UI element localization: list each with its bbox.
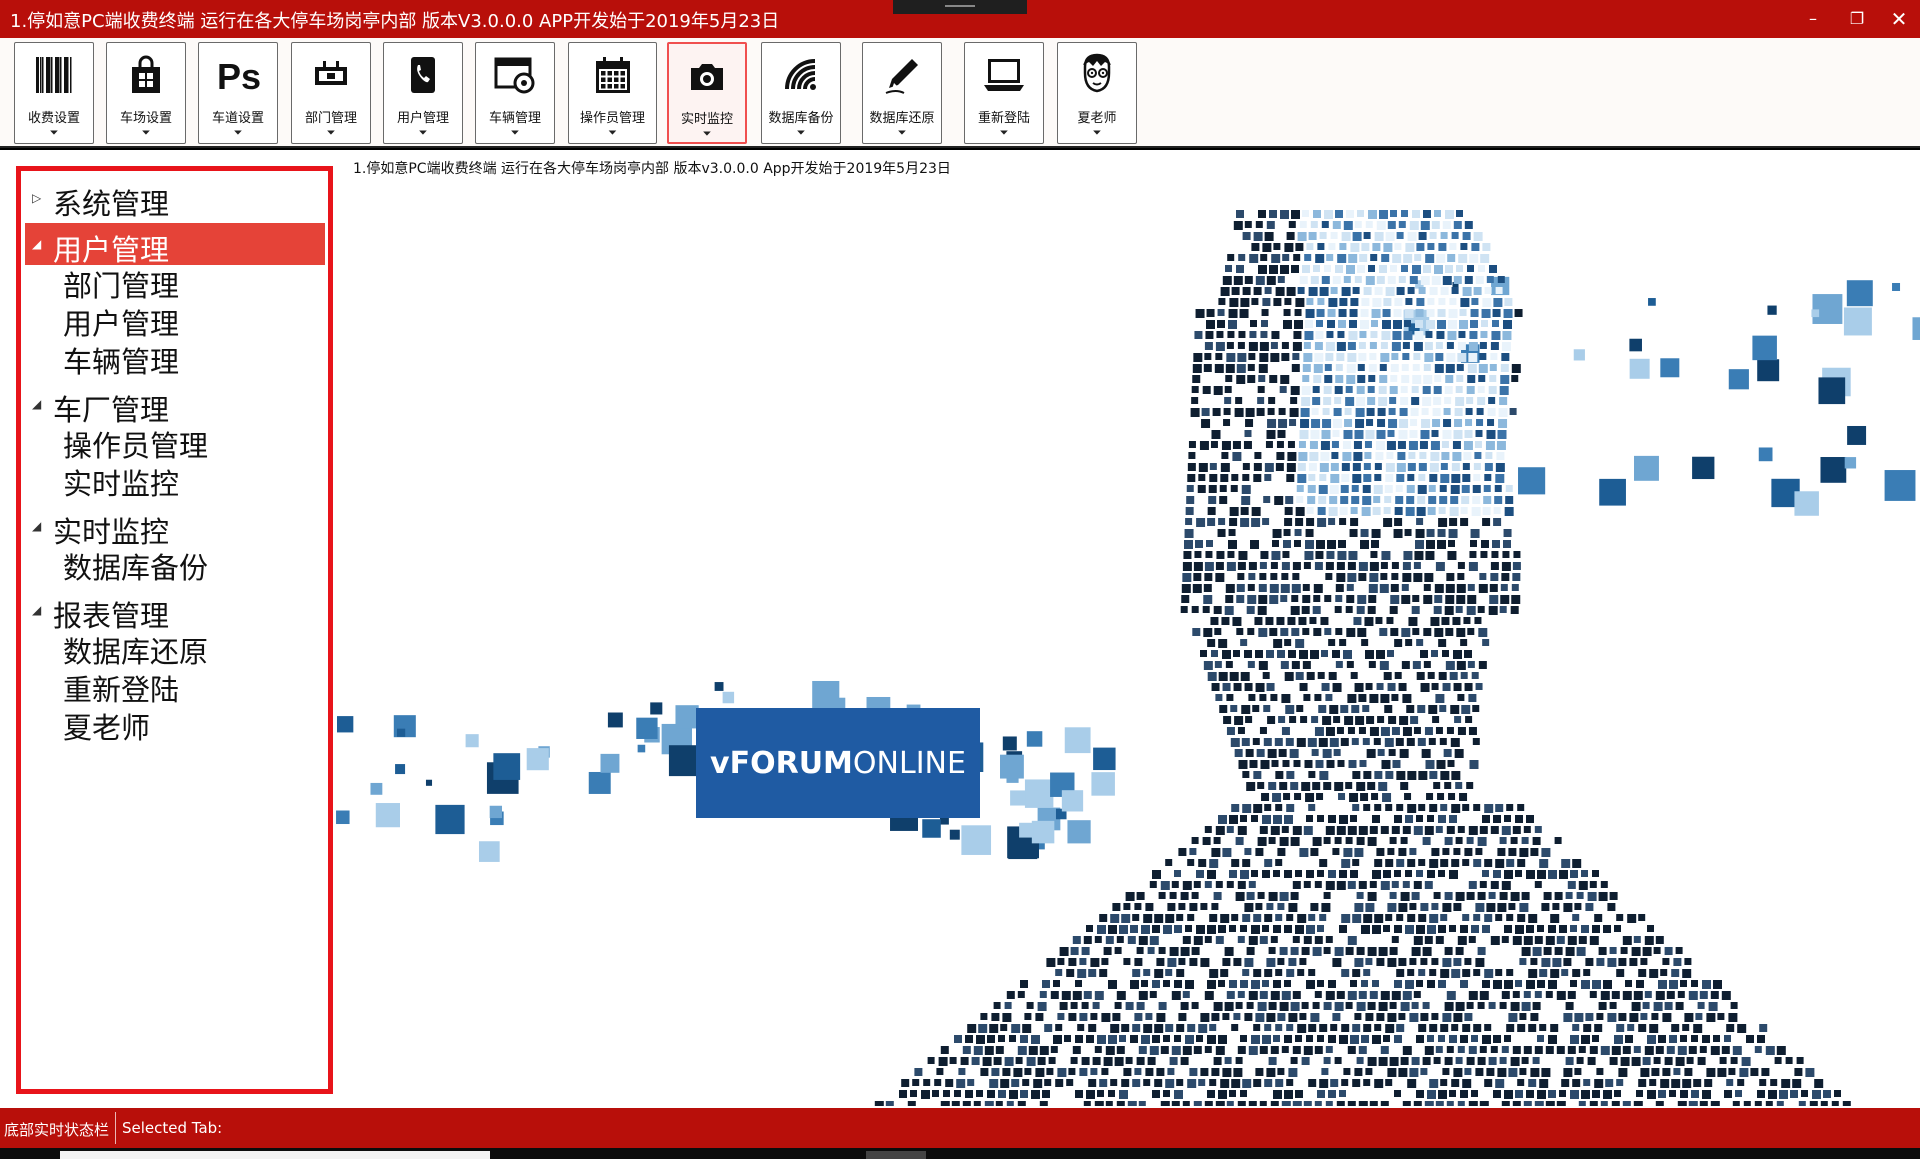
tree-group-4[interactable]: ◢ 报表管理 xyxy=(25,589,325,633)
hero-pattern xyxy=(336,210,1920,1106)
hero-illustration xyxy=(336,210,1920,1106)
minimize-icon[interactable]: – xyxy=(1800,6,1826,32)
barcode-icon xyxy=(15,51,93,99)
tree-item[interactable]: 车辆管理 xyxy=(63,339,179,379)
status-divider xyxy=(115,1112,116,1144)
chevron-down-icon: ▼ xyxy=(327,129,335,136)
toolbar-button-4[interactable]: 用户管理 ▼ xyxy=(383,42,463,144)
toolbar-button-label: 夏老师 xyxy=(1077,111,1117,126)
expanded-triangle-icon[interactable]: ◢ xyxy=(32,397,41,411)
toolbar-button-label: 数据库备份 xyxy=(768,111,834,126)
tree-item[interactable]: 用户管理 xyxy=(63,301,179,341)
toolbar-button-10[interactable]: 重新登陆 ▼ xyxy=(964,42,1044,144)
logo-bold-text: vFORUM xyxy=(710,745,853,781)
toolbar-button-label: 重新登陆 xyxy=(977,111,1030,126)
tree-item[interactable]: 部门管理 xyxy=(63,263,179,303)
chevron-down-icon: ▼ xyxy=(50,129,58,136)
toolbar-button-label: 实时监控 xyxy=(680,112,733,127)
camera-icon xyxy=(669,52,745,100)
wifi-icon xyxy=(762,51,840,99)
chevron-down-icon: ▼ xyxy=(703,130,711,137)
status-text-left: 底部实时状态栏 xyxy=(4,1121,110,1139)
taskbar-strip xyxy=(0,1148,1920,1159)
expanded-triangle-icon[interactable]: ◢ xyxy=(32,519,41,533)
pen-icon xyxy=(863,51,941,99)
toolbar-button-label: 用户管理 xyxy=(396,111,449,126)
toolbar: 收费设置 ▼ 车场设置 ▼ Ps 车道设置 ▼ 部门管理 ▼ 用户管理 ▼ 车辆管理 ▼ 操作员管理 ▼ 实时… xyxy=(0,38,1920,148)
toolbar-button-label: 车道设置 xyxy=(211,111,264,126)
toolbar-button-2[interactable]: Ps 车道设置 ▼ xyxy=(198,42,278,144)
toolbar-button-label: 收费设置 xyxy=(27,111,80,126)
laptop-icon xyxy=(965,51,1043,99)
toolbar-button-label: 车辆管理 xyxy=(488,111,541,126)
restore-icon[interactable]: ❐ xyxy=(1844,6,1870,32)
chevron-down-icon: ▼ xyxy=(142,129,150,136)
plug-icon xyxy=(292,51,370,99)
close-icon[interactable]: ✕ xyxy=(1886,6,1912,32)
toolbar-button-label: 车场设置 xyxy=(119,111,172,126)
logo-light-text: ONLINE xyxy=(852,745,966,781)
toolbar-button-1[interactable]: 车场设置 ▼ xyxy=(106,42,186,144)
tree-item[interactable]: 夏老师 xyxy=(63,705,150,745)
main-area: ▷ 系统管理 ◢ 用户管理 部门管理 用户管理 车辆管理 ◢ 车厂管理 操作员管理 实时监控 ◢ 实时监… xyxy=(0,150,1920,1108)
tree-item[interactable]: 数据库备份 xyxy=(63,545,208,585)
tree-item[interactable]: 数据库还原 xyxy=(63,629,208,669)
ps-icon: Ps xyxy=(199,51,277,99)
title-bar: 1.停如意PC端收费终端 运行在各大停车场岗亭内部 版本V3.0.0.0 APP… xyxy=(0,0,1920,38)
toolbar-button-5[interactable]: 车辆管理 ▼ xyxy=(475,42,555,144)
content-caption: 1.停如意PC端收费终端 运行在各大停车场岗亭内部 版本v3.0.0.0 App… xyxy=(353,161,951,177)
toolbar-button-8[interactable]: 数据库备份 ▼ xyxy=(761,42,841,144)
navigation-tree: ▷ 系统管理 ◢ 用户管理 部门管理 用户管理 车辆管理 ◢ 车厂管理 操作员管理 实时监控 ◢ 实时监… xyxy=(16,166,333,1094)
status-selected-tab: Selected Tab: xyxy=(122,1119,223,1137)
chevron-down-icon: ▼ xyxy=(234,129,242,136)
drag-grip[interactable] xyxy=(893,0,1027,14)
toolbar-button-label: 数据库还原 xyxy=(869,111,935,126)
expanded-triangle-icon[interactable]: ◢ xyxy=(32,603,41,617)
chevron-down-icon: ▼ xyxy=(1093,129,1101,136)
taskbar-item[interactable] xyxy=(866,1151,926,1159)
toolbar-button-0[interactable]: 收费设置 ▼ xyxy=(14,42,94,144)
toolbar-button-11[interactable]: 夏老师 ▼ xyxy=(1057,42,1137,144)
shop-bag-icon xyxy=(107,51,185,99)
vforum-logo: vFORUM ONLINE xyxy=(696,708,980,818)
tree-item[interactable]: 重新登陆 xyxy=(63,667,179,707)
tree-item[interactable]: 实时监控 xyxy=(63,461,179,501)
toolbar-button-label: 操作员管理 xyxy=(579,111,645,126)
phone-icon xyxy=(384,51,462,99)
toolbar-button-label: 部门管理 xyxy=(304,111,357,126)
svg-text:Ps: Ps xyxy=(217,56,261,95)
tree-group-0[interactable]: ▷ 系统管理 xyxy=(25,177,325,221)
toolbar-button-9[interactable]: 数据库还原 ▼ xyxy=(862,42,942,144)
collapsed-triangle-icon[interactable]: ▷ xyxy=(32,191,41,205)
calendar-icon xyxy=(569,51,656,99)
face-icon xyxy=(1058,51,1136,99)
browser-icon xyxy=(476,51,554,99)
toolbar-button-6[interactable]: 操作员管理 ▼ xyxy=(568,42,657,144)
chevron-down-icon: ▼ xyxy=(419,129,427,136)
chevron-down-icon: ▼ xyxy=(1000,129,1008,136)
chevron-down-icon: ▼ xyxy=(797,129,805,136)
taskbar-window[interactable] xyxy=(60,1151,490,1159)
tree-group-label: 系统管理 xyxy=(53,187,170,221)
toolbar-button-7[interactable]: 实时监控 ▼ xyxy=(667,42,747,144)
tree-item[interactable]: 操作员管理 xyxy=(63,423,208,463)
tree-group-1[interactable]: ◢ 用户管理 xyxy=(25,223,325,267)
tree-group-2[interactable]: ◢ 车厂管理 xyxy=(25,383,325,427)
status-bar: 底部实时状态栏 Selected Tab: xyxy=(0,1108,1920,1148)
expanded-triangle-icon[interactable]: ◢ xyxy=(32,237,41,251)
chevron-down-icon: ▼ xyxy=(898,129,906,136)
window-title: 1.停如意PC端收费终端 运行在各大停车场岗亭内部 版本V3.0.0.0 APP… xyxy=(10,11,780,32)
tree-group-3[interactable]: ◢ 实时监控 xyxy=(25,505,325,549)
chevron-down-icon: ▼ xyxy=(608,129,617,136)
toolbar-button-3[interactable]: 部门管理 ▼ xyxy=(291,42,371,144)
chevron-down-icon: ▼ xyxy=(511,129,519,136)
